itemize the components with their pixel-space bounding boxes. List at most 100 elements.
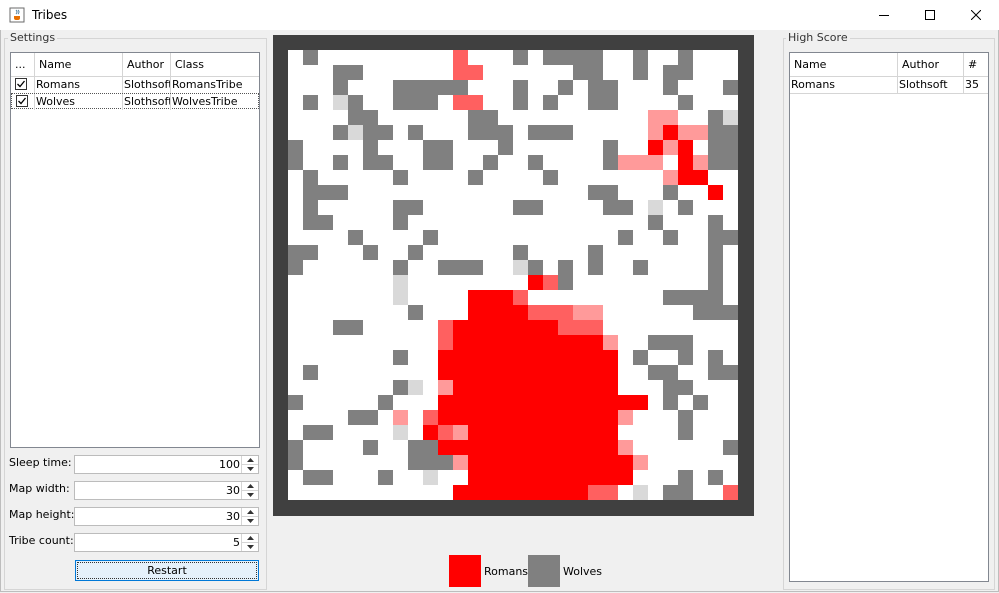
decrement-button[interactable] (242, 517, 258, 525)
map-cell (648, 170, 663, 185)
map-cell (693, 65, 708, 80)
map-cell (573, 485, 588, 500)
map-cell (483, 95, 498, 110)
map-cell (483, 485, 498, 500)
map-cell (513, 110, 528, 125)
column-header-author[interactable]: Author (898, 53, 964, 76)
map-cell (408, 50, 423, 65)
sleep-time-spinner[interactable]: 100 (74, 455, 259, 474)
table-row[interactable]: Wolves Slothsoft WolvesTribe (11, 93, 259, 110)
increment-button[interactable] (242, 534, 258, 543)
map-cell (303, 125, 318, 140)
map-cell (453, 440, 468, 455)
column-header-class[interactable]: Class (171, 53, 259, 76)
map-cell (678, 320, 693, 335)
map-width-value[interactable]: 30 (226, 484, 240, 497)
map-cell (588, 110, 603, 125)
map-cell (663, 170, 678, 185)
map-cell (558, 455, 573, 470)
map-cell (453, 365, 468, 380)
increment-button[interactable] (242, 482, 258, 491)
map-height-value[interactable]: 30 (226, 510, 240, 523)
map-cell (513, 350, 528, 365)
enabled-cell[interactable] (12, 94, 35, 110)
map-cell (588, 170, 603, 185)
map-cell (468, 65, 483, 80)
map-cell (558, 170, 573, 185)
map-cell (693, 230, 708, 245)
map-cell (318, 350, 333, 365)
map-cell (393, 485, 408, 500)
tribe-name-cell: Romans (35, 77, 123, 93)
map-cell (303, 455, 318, 470)
map-cell (378, 290, 393, 305)
decrement-button[interactable] (242, 543, 258, 551)
map-cell (378, 80, 393, 95)
sleep-time-value[interactable]: 100 (219, 458, 240, 471)
maximize-button[interactable] (907, 0, 953, 30)
map-cell (708, 395, 723, 410)
map-cell (393, 170, 408, 185)
high-score-table[interactable]: Name Author # Romans Slothsoft 35 (789, 52, 989, 582)
map-cell (333, 320, 348, 335)
map-cell (543, 215, 558, 230)
map-cell (603, 230, 618, 245)
map-cell (663, 440, 678, 455)
map-cell (348, 260, 363, 275)
map-cell (453, 155, 468, 170)
map-cell (678, 155, 693, 170)
map-cell (303, 425, 318, 440)
decrement-button[interactable] (242, 465, 258, 473)
map-cell (453, 50, 468, 65)
map-cell (303, 440, 318, 455)
decrement-button[interactable] (242, 491, 258, 499)
map-cell (588, 260, 603, 275)
map-cell (303, 65, 318, 80)
map-cell (693, 455, 708, 470)
map-cell (288, 260, 303, 275)
tribe-count-spinner[interactable]: 5 (74, 533, 259, 552)
map-cell (573, 170, 588, 185)
map-cell (558, 230, 573, 245)
tribe-enabled-checkbox[interactable] (16, 95, 28, 107)
column-header-name[interactable]: Name (35, 53, 123, 76)
map-cell (678, 80, 693, 95)
column-header-author[interactable]: Author (123, 53, 171, 76)
map-cell (648, 320, 663, 335)
map-cell (513, 320, 528, 335)
arrow-down-icon (246, 493, 254, 497)
map-cell (498, 350, 513, 365)
increment-button[interactable] (242, 456, 258, 465)
restart-button[interactable]: Restart (75, 560, 259, 581)
map-cell (423, 185, 438, 200)
close-button[interactable] (953, 0, 999, 30)
map-cell (708, 185, 723, 200)
tribe-enabled-checkbox[interactable] (15, 78, 27, 90)
map-cell (363, 65, 378, 80)
map-cell (468, 380, 483, 395)
map-cell (438, 470, 453, 485)
map-cell (393, 350, 408, 365)
tribe-count-value[interactable]: 5 (233, 536, 240, 549)
table-row[interactable]: Romans Slothsoft 35 (790, 77, 988, 94)
map-cell (633, 455, 648, 470)
map-cell (528, 185, 543, 200)
increment-button[interactable] (242, 508, 258, 517)
column-header-enabled[interactable]: ... (11, 53, 35, 76)
spinner-arrows (241, 456, 258, 473)
map-cell (303, 290, 318, 305)
table-row[interactable]: Romans Slothsoft RomansTribe (11, 77, 259, 93)
column-header-score[interactable]: # (964, 53, 988, 76)
map-cell (288, 305, 303, 320)
minimize-button[interactable] (861, 0, 907, 30)
map-cell (543, 275, 558, 290)
column-header-name[interactable]: Name (790, 53, 898, 76)
map-width-spinner[interactable]: 30 (74, 481, 259, 500)
map-cell (678, 125, 693, 140)
map-cell (603, 215, 618, 230)
map-cell (363, 410, 378, 425)
map-height-spinner[interactable]: 30 (74, 507, 259, 526)
checkmark-icon (17, 80, 26, 88)
enabled-cell[interactable] (11, 77, 35, 93)
tribes-table[interactable]: ... Name Author Class Romans Slothsoft R… (10, 52, 260, 448)
